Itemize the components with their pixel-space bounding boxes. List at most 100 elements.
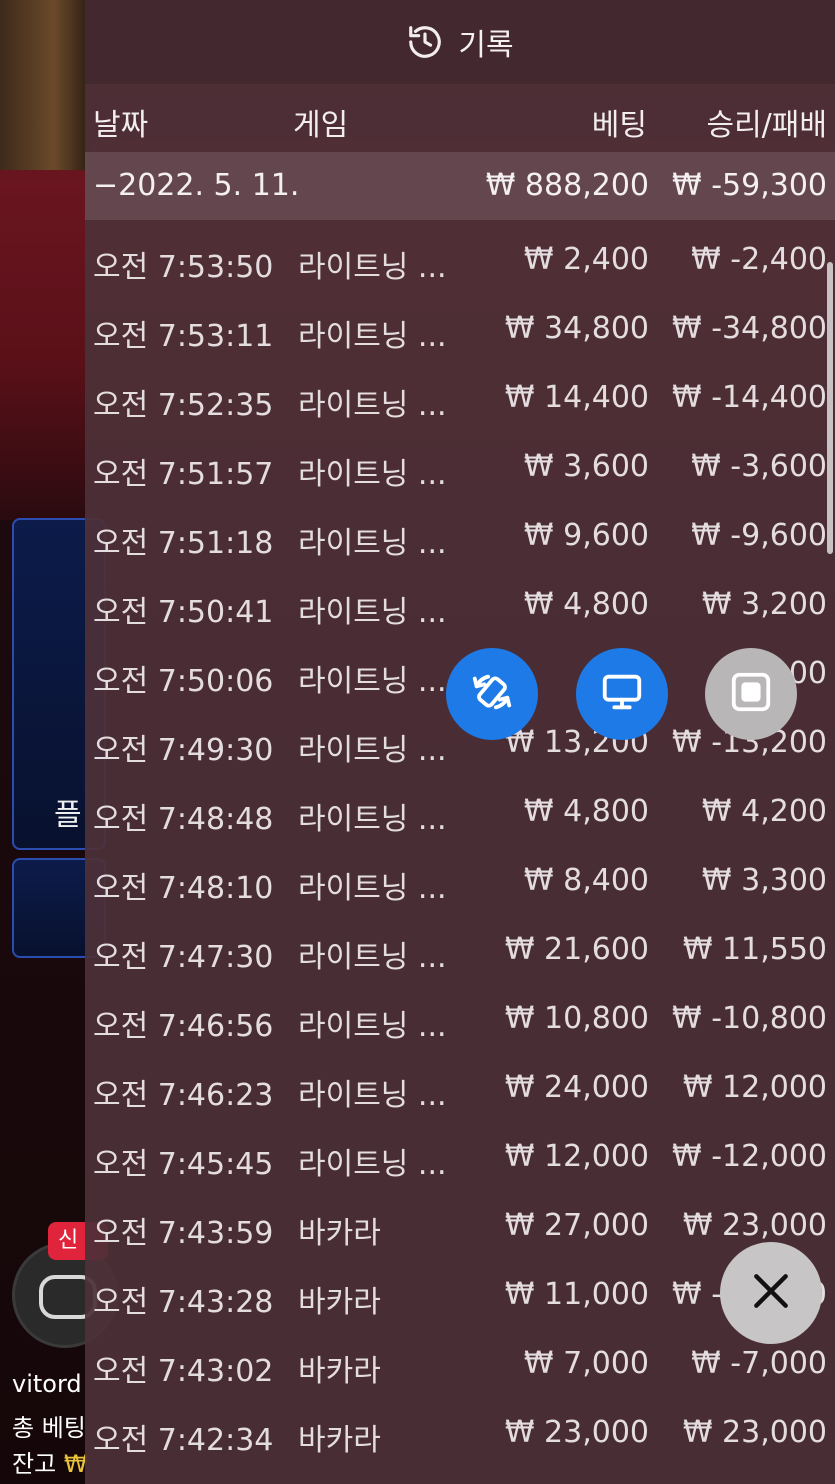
table-row[interactable]: 오전 7:48:10 라이트닝 ... ₩ 8,400 ₩ 3,300 [85, 841, 835, 910]
row-result: ₩ -3,600 [691, 449, 827, 484]
table-row[interactable]: 오전 7:50:41 라이트닝 ... ₩ 4,800 ₩ 3,200 [85, 565, 835, 634]
row-bet: ₩ 10,800 [504, 1001, 649, 1036]
close-icon [749, 1269, 793, 1317]
row-game: 라이트닝 ... [298, 940, 447, 975]
row-result: ₩ -34,800 [672, 311, 827, 346]
row-bet: ₩ 4,800 [523, 587, 649, 622]
scrollbar[interactable] [827, 262, 833, 554]
row-time: 오전 7:42:34 [93, 1423, 274, 1458]
row-time: 오전 7:46:23 [93, 1078, 274, 1113]
balance-row: 잔고 ₩ [12, 1444, 88, 1479]
table-header: 날짜 게임 베팅 승리/패배 [85, 84, 835, 152]
table-row[interactable]: 오전 7:42:34 바카라 ₩ 23,000 ₩ 23,000 [85, 1393, 835, 1462]
screen-mode-button[interactable] [576, 648, 668, 740]
row-time: 오전 7:51:57 [93, 457, 274, 492]
monitor-icon [599, 669, 645, 719]
side-card-label: 플 [54, 798, 82, 833]
row-time: 오전 7:43:28 [93, 1285, 274, 1320]
column-header-game: 게임 [293, 108, 349, 143]
rotate-icon [469, 669, 515, 719]
table-row[interactable]: 오전 7:52:35 라이트닝 ... ₩ 14,400 ₩ -14,400 [85, 358, 835, 427]
row-result: ₩ -12,000 [672, 1139, 827, 1174]
row-result: ₩ 11,550 [682, 932, 827, 967]
row-game: 라이트닝 ... [298, 802, 447, 837]
row-time: 오전 7:47:30 [93, 940, 274, 975]
stop-button[interactable] [705, 648, 797, 740]
row-game: 라이트닝 ... [298, 319, 447, 354]
row-bet: ₩ 9,600 [523, 518, 649, 553]
row-game: 바카라 [298, 1423, 381, 1458]
row-game: 라이트닝 ... [298, 1147, 447, 1182]
balance-label: 잔고 [12, 1450, 57, 1478]
row-time: 오전 7:48:10 [93, 871, 274, 906]
row-time: 오전 7:45:45 [93, 1147, 274, 1182]
row-bet: ₩ 3,600 [523, 449, 649, 484]
row-bet: ₩ 11,000 [504, 1277, 649, 1312]
table-row[interactable]: 오전 7:51:57 라이트닝 ... ₩ 3,600 ₩ -3,600 [85, 427, 835, 496]
table-row[interactable]: 오전 7:46:56 라이트닝 ... ₩ 10,800 ₩ -10,800 [85, 979, 835, 1048]
row-bet: ₩ 23,000 [504, 1415, 649, 1450]
date-group-row[interactable]: −2022. 5. 11. ₩ 888,200 ₩ -59,300 [85, 152, 835, 220]
row-game: 라이트닝 ... [298, 733, 447, 768]
row-game: 라이트닝 ... [298, 388, 447, 423]
row-time: 오전 7:43:59 [93, 1216, 274, 1251]
row-bet: ₩ 24,000 [504, 1070, 649, 1105]
row-bet: ₩ 21,600 [504, 932, 649, 967]
close-button[interactable] [720, 1242, 822, 1344]
row-bet: ₩ 2,400 [523, 242, 649, 277]
row-game: 라이트닝 ... [298, 664, 447, 699]
history-icon [406, 23, 444, 61]
date-group-bet-total: ₩ 888,200 [485, 168, 649, 203]
curtain-decoration [0, 0, 90, 170]
date-group-label: −2022. 5. 11. [93, 168, 300, 203]
history-header: 기록 [85, 0, 835, 84]
row-game: 라이트닝 ... [298, 595, 447, 630]
column-header-bet: 베팅 [591, 108, 647, 143]
rotate-button[interactable] [446, 648, 538, 740]
row-time: 오전 7:53:11 [93, 319, 274, 354]
total-bet-label: 총 베팅 [12, 1414, 86, 1442]
row-result: ₩ -7,000 [691, 1346, 827, 1381]
row-time: 오전 7:49:30 [93, 733, 274, 768]
table-row[interactable]: 오전 7:47:30 라이트닝 ... ₩ 21,600 ₩ 11,550 [85, 910, 835, 979]
row-time: 오전 7:46:56 [93, 1009, 274, 1044]
row-time: 오전 7:50:41 [93, 595, 274, 630]
row-game: 라이트닝 ... [298, 457, 447, 492]
row-game: 라이트닝 ... [298, 526, 447, 561]
row-time: 오전 7:51:18 [93, 526, 274, 561]
row-bet: ₩ 8,400 [523, 863, 649, 898]
row-time: 오전 7:43:02 [93, 1354, 274, 1389]
balance-coin: ₩ [63, 1450, 88, 1478]
date-group-result-total: ₩ -59,300 [672, 168, 827, 203]
table-row[interactable]: 오전 7:53:11 라이트닝 ... ₩ 34,800 ₩ -34,800 [85, 289, 835, 358]
table-row[interactable]: 오전 7:43:02 바카라 ₩ 7,000 ₩ -7,000 [85, 1324, 835, 1393]
stop-icon [728, 669, 774, 719]
table-row[interactable]: 오전 7:48:48 라이트닝 ... ₩ 4,800 ₩ 4,200 [85, 772, 835, 841]
row-time: 오전 7:52:35 [93, 388, 274, 423]
row-result: ₩ 3,200 [701, 587, 827, 622]
page-title: 기록 [458, 28, 514, 63]
row-bet: ₩ 12,000 [504, 1139, 649, 1174]
row-result: ₩ -2,400 [691, 242, 827, 277]
row-game: 라이트닝 ... [298, 1078, 447, 1113]
row-game: 바카라 [298, 1216, 381, 1251]
row-bet: ₩ 4,800 [523, 794, 649, 829]
row-time: 오전 7:53:50 [93, 250, 274, 285]
row-time: 오전 7:48:48 [93, 802, 274, 837]
row-result: ₩ 23,000 [682, 1208, 827, 1243]
row-game: 라이트닝 ... [298, 1009, 447, 1044]
row-result: ₩ -9,600 [691, 518, 827, 553]
username: vitord [12, 1370, 82, 1398]
table-row[interactable]: 오전 7:53:50 라이트닝 ... ₩ 2,400 ₩ -2,400 [85, 220, 835, 289]
table-row[interactable]: 오전 7:51:18 라이트닝 ... ₩ 9,600 ₩ -9,600 [85, 496, 835, 565]
row-result: ₩ 4,200 [701, 794, 827, 829]
history-panel: 기록 날짜 게임 베팅 승리/패배 −2022. 5. 11. ₩ 888,20… [85, 0, 835, 1484]
table-row[interactable]: 오전 7:45:45 라이트닝 ... ₩ 12,000 ₩ -12,000 [85, 1117, 835, 1186]
table-row[interactable]: 오전 7:46:23 라이트닝 ... ₩ 24,000 ₩ 12,000 [85, 1048, 835, 1117]
column-header-date: 날짜 [93, 108, 149, 143]
table-row[interactable]: 오전 7:43:59 바카라 ₩ 27,000 ₩ 23,000 [85, 1186, 835, 1255]
row-game: 바카라 [298, 1285, 381, 1320]
row-game: 라이트닝 ... [298, 871, 447, 906]
column-header-result: 승리/패배 [706, 108, 827, 143]
row-bet: ₩ 27,000 [504, 1208, 649, 1243]
